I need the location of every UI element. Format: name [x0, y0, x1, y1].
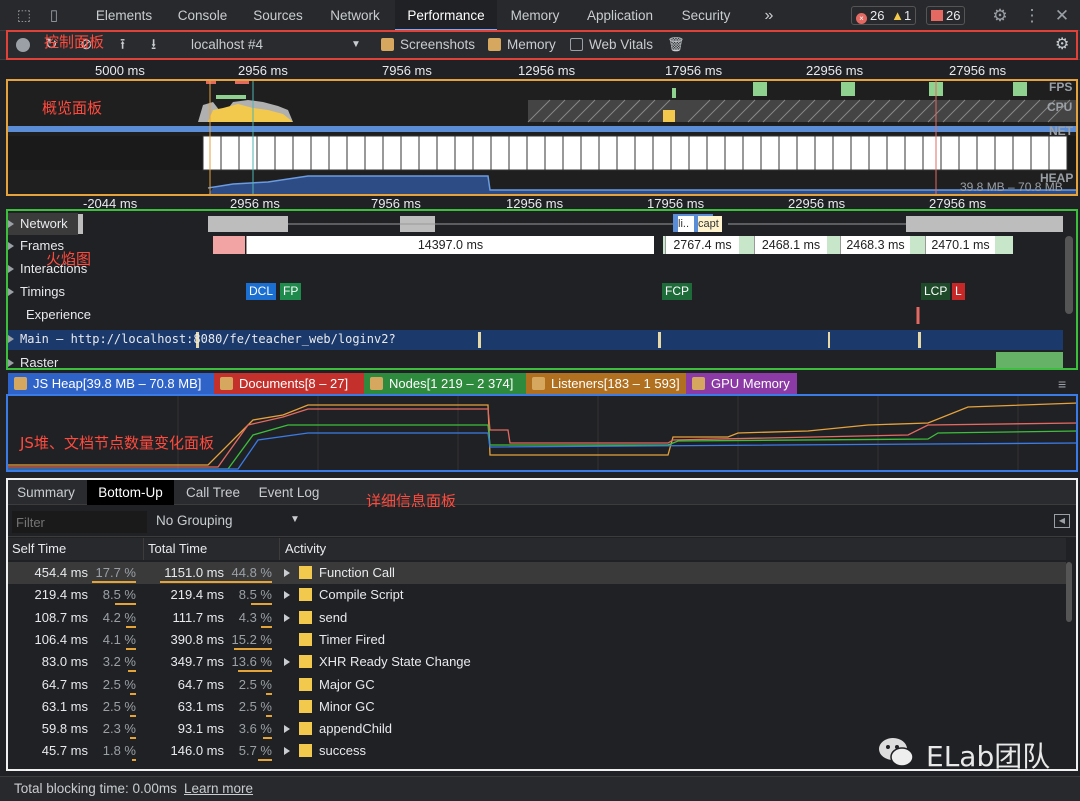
flame-chart-annotation: 火焰图 — [46, 250, 92, 268]
close-icon[interactable]: ✕ — [1052, 6, 1072, 26]
details-scrollbar[interactable] — [1066, 562, 1072, 622]
inspect-element-icon[interactable]: ⬚ — [14, 6, 34, 26]
legend-nodes[interactable]: Nodes[1 219 – 2 374] — [364, 373, 526, 395]
more-tabs-button[interactable]: » — [755, 0, 783, 31]
overview-ruler: 5000 ms 2956 ms 7956 ms 12956 ms 17956 m… — [0, 61, 1080, 81]
overview-tick: 22956 ms — [806, 63, 864, 78]
errors-badge[interactable]: × 26 ▲1 — [851, 6, 917, 25]
issues-badge[interactable]: 26 — [926, 6, 966, 25]
details-panel-highlight — [6, 478, 1078, 771]
overview-panel-highlight — [6, 79, 1078, 196]
checkbox-checked-icon — [532, 377, 545, 390]
overview-tick: 27956 ms — [949, 63, 1007, 78]
legend-gpu-memory[interactable]: GPU Memory — [686, 373, 797, 395]
legend-listeners-label: Listeners[183 – 1 593] — [551, 376, 680, 391]
checkbox-checked-icon — [14, 377, 27, 390]
settings-gear-icon[interactable]: ⚙ — [990, 6, 1010, 26]
error-icon: × — [856, 13, 867, 24]
more-options-icon[interactable]: ⋮ — [1022, 6, 1042, 26]
overview-tick: 12956 ms — [518, 63, 576, 78]
control-panel-highlight — [6, 30, 1078, 60]
tab-application[interactable]: Application — [575, 0, 665, 31]
hamburger-menu-icon[interactable]: ≡ — [1058, 376, 1066, 392]
device-toolbar-icon[interactable]: ▯ — [44, 6, 64, 26]
legend-listeners[interactable]: Listeners[183 – 1 593] — [526, 373, 686, 395]
legend-nodes-label: Nodes[1 219 – 2 374] — [389, 376, 514, 391]
legend-documents[interactable]: Documents[8 – 27] — [214, 373, 364, 395]
tab-console[interactable]: Console — [165, 0, 240, 31]
devtools-tabbar: ⬚ ▯ Elements Console Sources Network Per… — [0, 0, 1080, 31]
tab-network[interactable]: Network — [316, 0, 394, 31]
overview-tick: 17956 ms — [665, 63, 723, 78]
watermark-text: ELab团队 — [926, 740, 1051, 773]
warnings-count: 1 — [903, 8, 912, 23]
tab-elements[interactable]: Elements — [85, 0, 163, 31]
legend-gpu-label: GPU Memory — [711, 376, 790, 391]
tab-security[interactable]: Security — [670, 0, 742, 31]
overview-tick: 2956 ms — [238, 63, 288, 78]
counters-panel-annotation: JS堆、文档节点数量变化面板 — [20, 434, 214, 452]
legend-js-heap-label: JS Heap[39.8 MB – 70.8 MB] — [33, 376, 202, 391]
wechat-logo-icon — [876, 732, 916, 772]
issues-flag-icon — [931, 10, 943, 21]
overview-tick: 7956 ms — [382, 63, 432, 78]
errors-count: 26 — [870, 8, 885, 23]
warning-icon: ▲ — [891, 8, 904, 23]
learn-more-link[interactable]: Learn more — [184, 781, 253, 796]
tab-performance[interactable]: Performance — [395, 0, 497, 31]
tab-sources[interactable]: Sources — [243, 0, 313, 31]
overview-tick: 5000 ms — [95, 63, 145, 78]
issues-count: 26 — [946, 8, 961, 23]
checkbox-checked-icon — [220, 377, 233, 390]
legend-js-heap[interactable]: JS Heap[39.8 MB – 70.8 MB] — [8, 373, 214, 395]
checkbox-checked-icon — [692, 377, 705, 390]
total-blocking-time: Total blocking time: 0.00ms — [14, 781, 177, 796]
tab-memory[interactable]: Memory — [500, 0, 570, 31]
overview-panel-annotation: 概览面板 — [42, 99, 103, 117]
checkbox-checked-icon — [370, 377, 383, 390]
legend-documents-label: Documents[8 – 27] — [239, 376, 349, 391]
control-panel-annotation: 控制面板 — [44, 33, 105, 51]
flame-chart-highlight — [6, 209, 1078, 370]
footer-bar: Total blocking time: 0.00ms Learn more — [0, 776, 1080, 801]
